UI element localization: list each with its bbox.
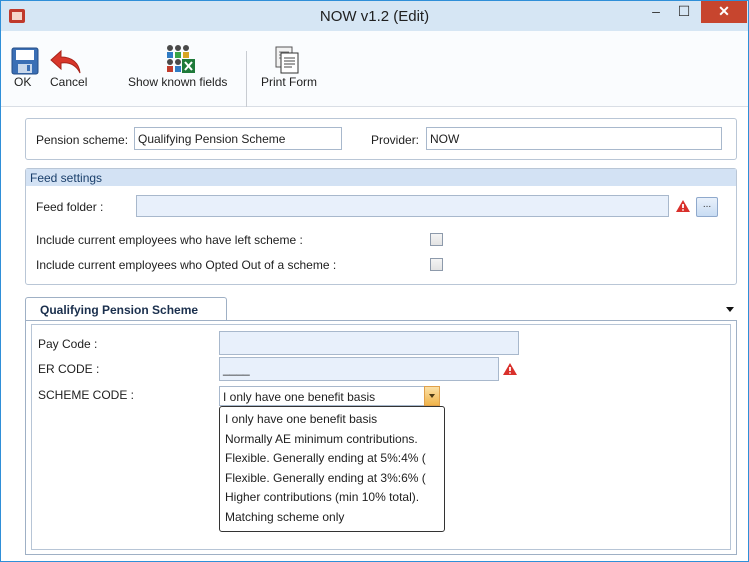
feed-folder-label: Feed folder :: [36, 200, 104, 214]
dropdown-option[interactable]: I only have one benefit basis: [225, 410, 439, 430]
scheme-code-select[interactable]: I only have one benefit basis: [219, 386, 440, 406]
dropdown-option[interactable]: Flexible. Generally ending at 5%:4% (: [225, 449, 439, 469]
title-bar: NOW v1.2 (Edit) – ☐ ✕: [1, 1, 748, 31]
provider-field[interactable]: NOW: [426, 127, 722, 150]
maximize-button[interactable]: ☐: [671, 1, 697, 23]
print-form-label: Print Form: [261, 75, 318, 89]
er-code-warning-icon: [503, 363, 517, 375]
toolbar: OK Cancel Show known fields Print Form: [1, 31, 748, 107]
cancel-label: Cancel: [50, 75, 88, 89]
pay-code-label: Pay Code :: [38, 337, 98, 351]
dropdown-option[interactable]: Flexible. Generally ending at 3%:6% (: [225, 469, 439, 489]
scheme-code-dropdown: I only have one benefit basis Normally A…: [219, 406, 445, 532]
minimize-button[interactable]: –: [643, 1, 669, 23]
feed-folder-field[interactable]: [136, 195, 669, 217]
toolbar-separator: [246, 51, 247, 107]
browse-folder-button[interactable]: ...: [696, 197, 718, 217]
left-scheme-checkbox[interactable]: [430, 233, 443, 246]
dropdown-option[interactable]: Higher contributions (min 10% total).: [225, 488, 439, 508]
undo-arrow-icon: [50, 49, 81, 74]
save-icon: [11, 47, 39, 75]
window-title: NOW v1.2 (Edit): [319, 8, 430, 25]
show-known-fields-label: Show known fields: [128, 75, 228, 89]
feed-settings-group: Feed settings Feed folder : ... Include …: [25, 168, 737, 285]
pay-code-field[interactable]: [219, 331, 519, 355]
opted-out-label: Include current employees who Opted Out …: [36, 258, 337, 272]
chevron-down-icon[interactable]: [424, 386, 440, 406]
people-excel-icon: [167, 45, 195, 73]
print-form-icon: [275, 46, 299, 74]
scheme-code-label: SCHEME CODE :: [38, 388, 135, 402]
feed-settings-header: Feed settings: [26, 169, 736, 186]
tab-qualifying-pension-scheme[interactable]: Qualifying Pension Scheme: [25, 297, 227, 321]
scheme-code-value: I only have one benefit basis: [223, 390, 376, 404]
warning-icon: [676, 200, 690, 212]
provider-label: Provider:: [371, 133, 420, 147]
dropdown-option[interactable]: Matching scheme only: [225, 508, 439, 528]
tab-menu-arrow-icon[interactable]: [726, 307, 734, 312]
close-button[interactable]: ✕: [701, 1, 747, 23]
er-code-label: ER CODE :: [38, 362, 100, 376]
ok-label: OK: [14, 75, 32, 89]
pension-scheme-group: Pension scheme: Qualifying Pension Schem…: [25, 118, 737, 160]
er-code-field[interactable]: ____: [219, 357, 499, 381]
pension-scheme-label: Pension scheme:: [36, 133, 129, 147]
opted-out-checkbox[interactable]: [430, 258, 443, 271]
dropdown-option[interactable]: Normally AE minimum contributions.: [225, 430, 439, 450]
window: NOW v1.2 (Edit) – ☐ ✕ OK Cancel Show kno…: [0, 0, 749, 562]
left-scheme-label: Include current employees who have left …: [36, 233, 303, 247]
pension-scheme-field[interactable]: Qualifying Pension Scheme: [134, 127, 342, 150]
